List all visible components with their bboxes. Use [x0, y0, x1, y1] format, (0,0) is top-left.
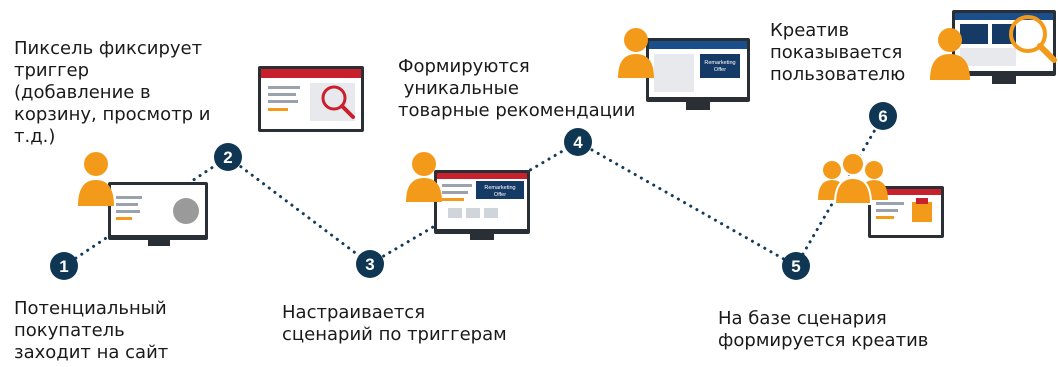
step-2-label-line: Пиксель фиксирует	[14, 38, 203, 59]
step-2-node: 2	[214, 143, 242, 171]
step-1-label-line: покупатель	[14, 320, 125, 341]
step-number: 4	[573, 133, 583, 152]
step-2-label-line: т.д.)	[14, 126, 56, 147]
step-5-node: 5	[782, 252, 810, 280]
step-number: 2	[223, 148, 232, 167]
step-number: 5	[791, 257, 800, 276]
person-at-monitor-magnifier-icon	[930, 10, 1057, 84]
audience-group-icon	[818, 152, 944, 238]
step-6-label-line: Креатив	[770, 20, 850, 41]
step-1-node: 1	[50, 252, 78, 280]
step-1-label-line: Потенциальный	[14, 298, 167, 319]
step-6-label: Креатив показывается пользователю	[770, 20, 905, 86]
web-page-magnifier-icon	[258, 66, 364, 132]
step-1-label-line: заходит на сайт	[14, 342, 169, 363]
remarketing-flow-diagram: Remarketing Offer Remarketing Offer 1 2 …	[0, 0, 1058, 367]
person-at-monitor-icon	[78, 152, 208, 246]
step-number: 1	[59, 257, 68, 276]
step-1-label: Потенциальный покупатель заходит на сайт	[14, 298, 168, 364]
step-3-label-line: Настраивается	[282, 302, 426, 323]
step-5-label-line: На базе сценария	[718, 308, 887, 329]
step-number: 6	[878, 107, 887, 126]
step-3-node: 3	[356, 250, 384, 278]
step-2-label: Пиксель фиксирует триггер (добавление в …	[14, 38, 210, 148]
step-2-label-line: корзину, просмотр и	[14, 104, 211, 125]
step-4-label-line: уникальные	[398, 78, 519, 99]
step-2-label-line: (добавление в	[14, 82, 151, 103]
step-number: 3	[365, 255, 374, 274]
step-4-label-line: Формируются	[398, 56, 530, 77]
step-6-node: 6	[869, 102, 897, 130]
step-3-label: Настраивается сценарий по триггерам	[282, 302, 507, 346]
step-4-label-line: товарные рекомендации	[398, 100, 636, 121]
remarketing-offer-text: Offer	[714, 67, 726, 73]
step-5-label: На базе сценария формируется креатив	[718, 308, 928, 352]
step-2-label-line: триггер	[14, 60, 90, 81]
step-4-node: 4	[564, 128, 592, 156]
step-4-label: Формируются уникальные товарные рекоменд…	[398, 56, 635, 122]
step-5-label-line: формируется креатив	[718, 330, 929, 351]
step-3-label-line: сценарий по триггерам	[282, 324, 507, 345]
remarketing-offer-text: Remarketing	[484, 185, 515, 191]
remarketing-offer-text: Remarketing	[704, 60, 735, 66]
remarketing-offer-text: Offer	[494, 192, 506, 198]
step-6-label-line: пользователю	[770, 64, 906, 85]
person-at-monitor-icon: Remarketing Offer	[618, 28, 750, 110]
person-at-monitor-icon: Remarketing Offer	[406, 152, 530, 240]
step-6-label-line: показывается	[770, 42, 903, 63]
